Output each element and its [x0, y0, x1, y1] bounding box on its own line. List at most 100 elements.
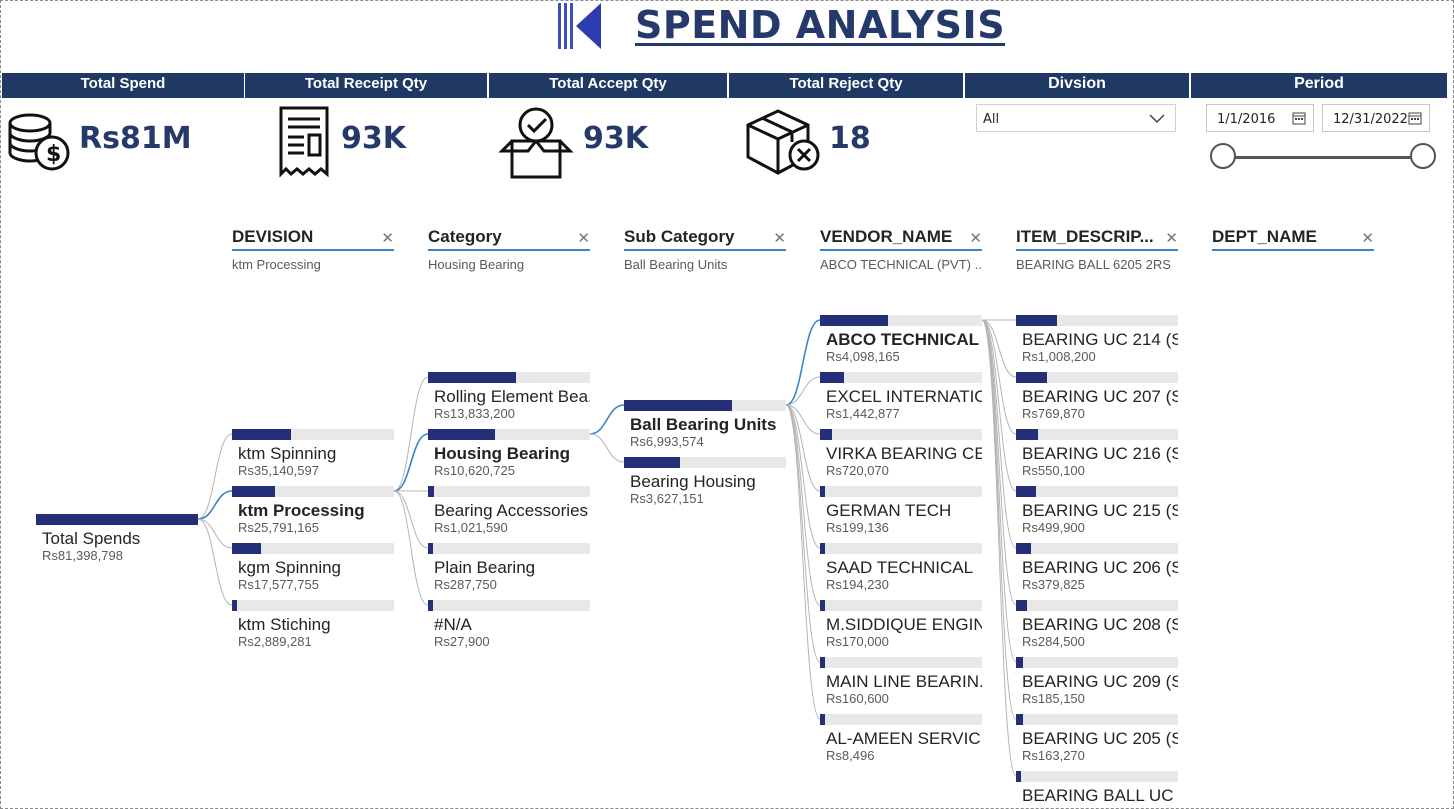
node-bar	[428, 486, 590, 497]
close-icon[interactable]: ✕	[577, 229, 590, 247]
tree-level-header: Sub Category ✕ Ball Bearing Units	[624, 227, 786, 272]
node-label: ktm Spinning	[238, 445, 337, 463]
node-label: BEARING UC 215 (S...	[1022, 502, 1178, 520]
close-icon[interactable]: ✕	[773, 229, 786, 247]
node-bar-fill	[1016, 372, 1047, 383]
node-value: Rs199,136	[826, 520, 889, 535]
node-bar-fill	[1016, 771, 1021, 782]
node-value: Rs194,230	[826, 577, 889, 592]
node-bar	[1016, 657, 1178, 668]
tree-node-vendor[interactable]: M.SIDDIQUE ENGIN...Rs170,000	[820, 600, 982, 649]
node-bar-fill	[820, 315, 888, 326]
tree-node-item[interactable]: BEARING UC 206 (S...Rs379,825	[1016, 543, 1178, 592]
tree-link	[981, 319, 1017, 663]
tree-link	[785, 404, 821, 606]
node-value: Rs17,577,755	[238, 577, 319, 592]
close-icon[interactable]: ✕	[969, 229, 982, 247]
tree-node-vendor[interactable]: AL-AMEEN SERVICESRs8,496	[820, 714, 982, 763]
node-bar	[1016, 771, 1178, 782]
tree-node-item[interactable]: BEARING UC 209 (S...Rs185,150	[1016, 657, 1178, 706]
node-value: Rs6,993,574	[630, 434, 704, 449]
node-label: BEARING UC 208 (S...	[1022, 616, 1178, 634]
tree-node-item[interactable]: BEARING UC 208 (S...Rs284,500	[1016, 600, 1178, 649]
node-label: ktm Stiching	[238, 616, 331, 634]
node-label: BEARING UC 214 (S...	[1022, 331, 1178, 349]
close-icon[interactable]: ✕	[1165, 229, 1178, 247]
node-value: Rs13,833,200	[434, 406, 515, 421]
node-bar	[1016, 543, 1178, 554]
tree-node-category[interactable]: Bearing Accessories Rs1,021,590	[428, 486, 590, 535]
tree-node-vendor[interactable]: EXCEL INTERNATIO...Rs1,442,877	[820, 372, 982, 421]
close-icon[interactable]: ✕	[1361, 229, 1374, 247]
node-label: GERMAN TECH	[826, 502, 952, 520]
tree-node-category[interactable]: Housing Bearing Rs10,620,725	[428, 429, 590, 478]
tree-link	[197, 518, 233, 549]
tree-node-item[interactable]: BEARING UC 216 (S...Rs550,100	[1016, 429, 1178, 478]
close-icon[interactable]: ✕	[381, 229, 394, 247]
node-bar-fill	[428, 543, 433, 554]
node-bar	[820, 315, 982, 326]
node-bar	[232, 543, 394, 554]
node-label: Plain Bearing	[434, 559, 536, 577]
tree-node-vendor[interactable]: MAIN LINE BEARIN... Rs160,600	[820, 657, 982, 706]
node-bar-fill	[820, 543, 825, 554]
node-label: AL-AMEEN SERVICES	[826, 730, 982, 748]
node-bar	[820, 600, 982, 611]
node-bar	[820, 714, 982, 725]
tree-node-item[interactable]: BEARING UC 207 (S...Rs769,870	[1016, 372, 1178, 421]
tree-node-vendor[interactable]: SAAD TECHNICAL Rs194,230	[820, 543, 982, 592]
node-value: Rs379,825	[1022, 577, 1085, 592]
tree-level-header: Category ✕ Housing Bearing	[428, 227, 590, 272]
node-value: Rs287,750	[434, 577, 497, 592]
tree-node-vendor[interactable]: ABCO TECHNICAL ... Rs4,098,165	[820, 315, 982, 364]
tree-node-category[interactable]: #N/A Rs27,900	[428, 600, 590, 649]
tree-node-item[interactable]: BEARING UC 215 (S...Rs499,900	[1016, 486, 1178, 535]
tree-node-division[interactable]: ktm Processing Rs25,791,165	[232, 486, 394, 535]
node-value: Rs499,900	[1022, 520, 1085, 535]
tree-node-root[interactable]: Total Spends Rs81,398,798	[36, 514, 198, 563]
tree-node-category[interactable]: Plain Bearing Rs287,750	[428, 543, 590, 592]
node-value: Rs550,100	[1022, 463, 1085, 478]
tree-level-title[interactable]: Sub Category	[624, 227, 786, 251]
tree-node-division[interactable]: ktm Spinning Rs35,140,597	[232, 429, 394, 478]
node-label: MAIN LINE BEARIN...	[826, 673, 982, 691]
tree-level-title[interactable]: Category	[428, 227, 590, 251]
node-bar	[1016, 486, 1178, 497]
tree-node-category[interactable]: Rolling Element Bea... Rs13,833,200	[428, 372, 590, 421]
node-bar	[820, 543, 982, 554]
node-bar-fill	[820, 714, 825, 725]
node-label: ABCO TECHNICAL ...	[826, 331, 982, 349]
node-label: Total Spends	[42, 530, 141, 548]
tree-node-division[interactable]: kgm Spinning Rs17,577,755	[232, 543, 394, 592]
node-bar	[428, 429, 590, 440]
tree-node-item[interactable]: BEARING UC 214 (S...Rs1,008,200	[1016, 315, 1178, 364]
node-bar	[820, 429, 982, 440]
node-bar	[428, 372, 590, 383]
tree-level-title[interactable]: DEPT_NAME	[1212, 227, 1374, 251]
node-label: ktm Processing	[238, 502, 365, 520]
node-label: Rolling Element Bea...	[434, 388, 590, 406]
tree-level-title[interactable]: VENDOR_NAME	[820, 227, 982, 251]
node-bar-fill	[1016, 486, 1037, 497]
tree-level-title[interactable]: ITEM_DESCRIP...	[1016, 227, 1178, 251]
tree-node-subcategory[interactable]: Bearing Housing Rs3,627,151	[624, 457, 786, 506]
tree-node-item[interactable]: BEARING BALL UC 2...	[1016, 771, 1178, 805]
node-bar	[1016, 600, 1178, 611]
tree-level-filter: ktm Processing	[232, 257, 321, 272]
node-bar-fill	[232, 429, 291, 440]
node-value: Rs163,270	[1022, 748, 1085, 763]
node-value: Rs27,900	[434, 634, 490, 649]
node-bar-fill	[1016, 657, 1024, 668]
tree-node-subcategory[interactable]: Ball Bearing Units Rs6,993,574	[624, 400, 786, 449]
tree-level-title[interactable]: DEVISION	[232, 227, 394, 251]
tree-node-vendor[interactable]: GERMAN TECH Rs199,136	[820, 486, 982, 535]
node-bar	[1016, 372, 1178, 383]
node-bar-fill	[820, 600, 825, 611]
tree-node-division[interactable]: ktm Stiching Rs2,889,281	[232, 600, 394, 649]
node-bar-fill	[232, 543, 262, 554]
node-bar	[624, 457, 786, 468]
tree-node-vendor[interactable]: VIRKA BEARING CE...Rs720,070	[820, 429, 982, 478]
node-label: BEARING UC 209 (S...	[1022, 673, 1178, 691]
tree-node-item[interactable]: BEARING UC 205 (S...Rs163,270	[1016, 714, 1178, 763]
node-bar	[232, 600, 394, 611]
